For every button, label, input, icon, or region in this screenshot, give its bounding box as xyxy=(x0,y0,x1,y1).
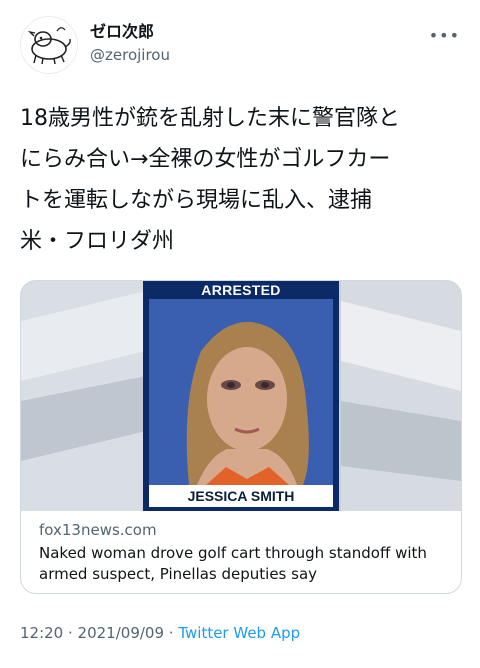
footer-separator: · xyxy=(63,624,78,642)
tweet-header: ゼロ次郎 @zerojirou ••• xyxy=(20,16,464,80)
link-card[interactable]: ARRESTED JESSICA SMITH fox13news.com Nak… xyxy=(20,280,462,594)
tweet-date[interactable]: 2021/09/09 xyxy=(78,624,164,642)
arrested-label: ARRESTED xyxy=(201,282,281,298)
footer-separator: · xyxy=(164,624,179,642)
mugshot-image xyxy=(21,281,461,511)
more-icon[interactable]: ••• xyxy=(429,26,460,45)
card-image[interactable]: ARRESTED JESSICA SMITH xyxy=(21,281,461,511)
user-handle[interactable]: @zerojirou xyxy=(90,44,170,66)
card-title: Naked woman drove golf cart through stan… xyxy=(39,544,427,583)
tweet-text: 18歳男性が銃を乱射した末に警官隊と にらみ合い→全裸の女性がゴルフカー トを運… xyxy=(20,106,400,254)
dog-avatar-icon xyxy=(21,17,77,73)
card-domain: fox13news.com xyxy=(39,521,157,539)
suspect-name-label: JESSICA SMITH xyxy=(187,488,295,504)
tweet-footer: 12:20 · 2021/09/09 · Twitter Web App xyxy=(20,624,300,642)
avatar[interactable] xyxy=(20,16,78,74)
display-name[interactable]: ゼロ次郎 xyxy=(90,22,170,42)
card-meta: fox13news.com Naked woman drove golf car… xyxy=(39,519,449,585)
source-app-link[interactable]: Twitter Web App xyxy=(178,624,300,642)
tweet-time[interactable]: 12:20 xyxy=(20,624,63,642)
